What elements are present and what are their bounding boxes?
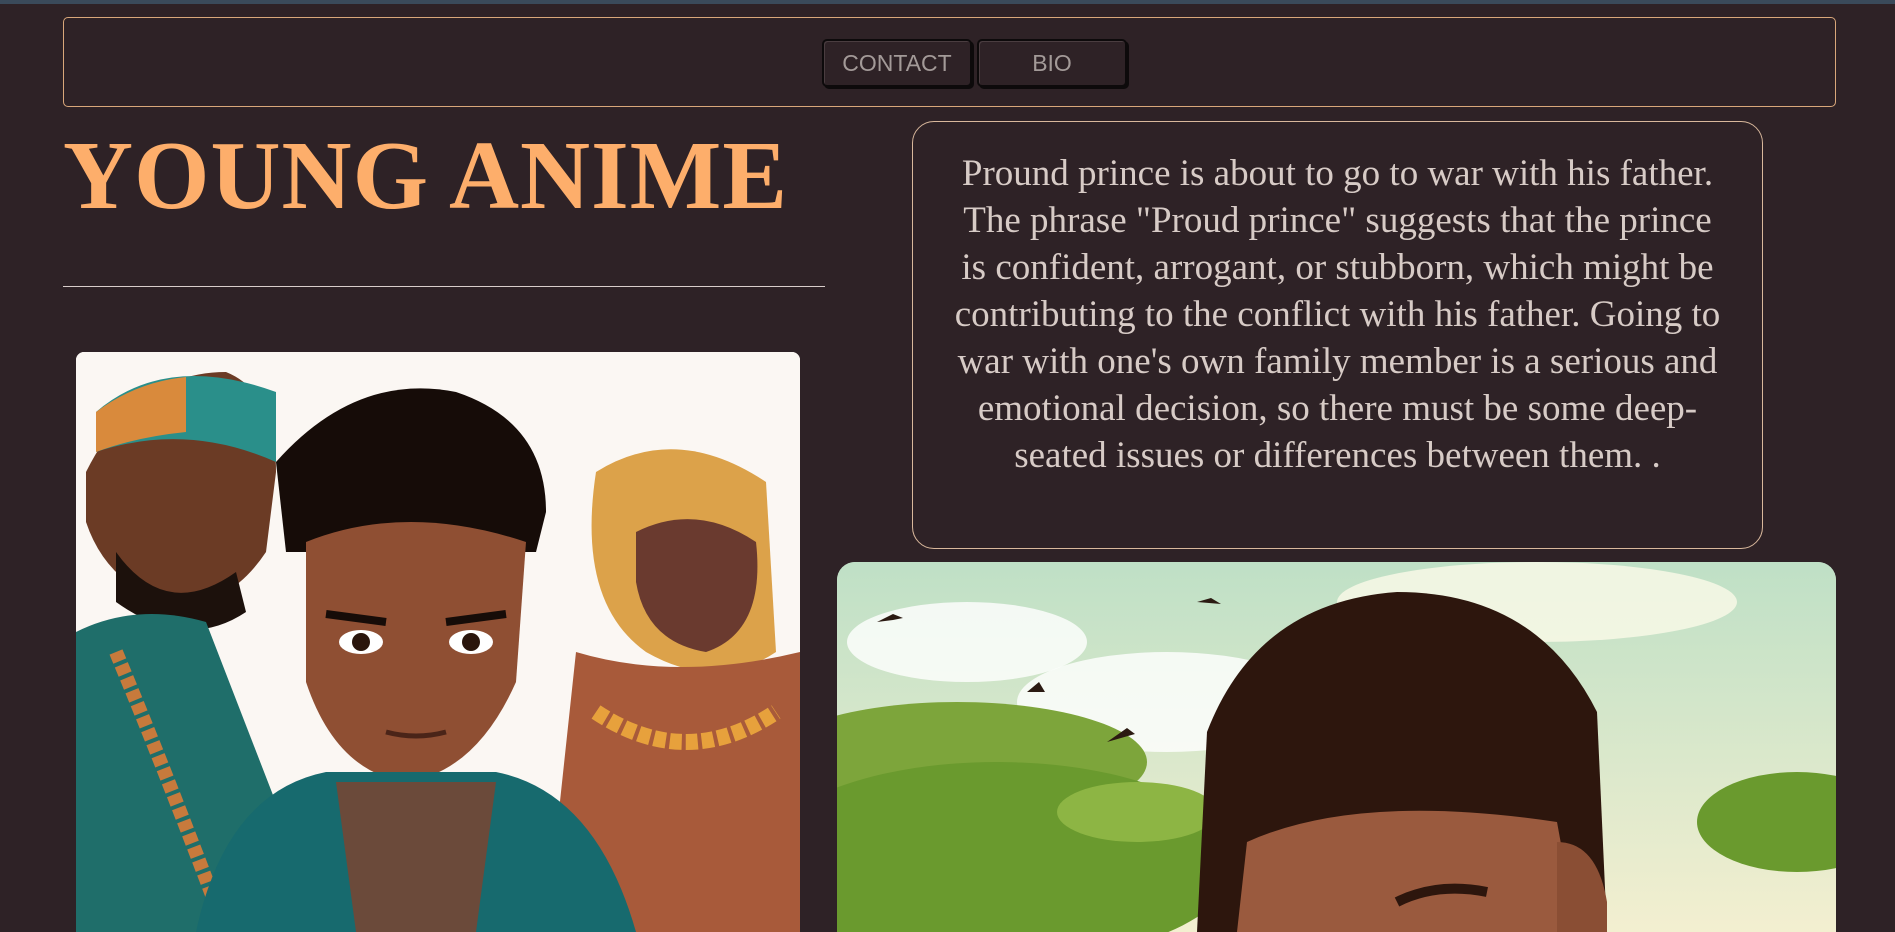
bio-button[interactable]: BIO [977,39,1127,87]
top-navigation: CONTACT BIO [63,17,1836,107]
contact-button[interactable]: CONTACT [822,39,972,87]
family-illustration-image [76,352,800,932]
savanna-boy-image [837,562,1836,932]
page-title: YOUNG ANIME [63,122,789,229]
window-top-edge [0,0,1895,4]
description-box: Pround prince is about to go to war with… [912,121,1763,549]
description-text: Pround prince is about to go to war with… [954,153,1721,476]
title-divider [63,286,825,287]
